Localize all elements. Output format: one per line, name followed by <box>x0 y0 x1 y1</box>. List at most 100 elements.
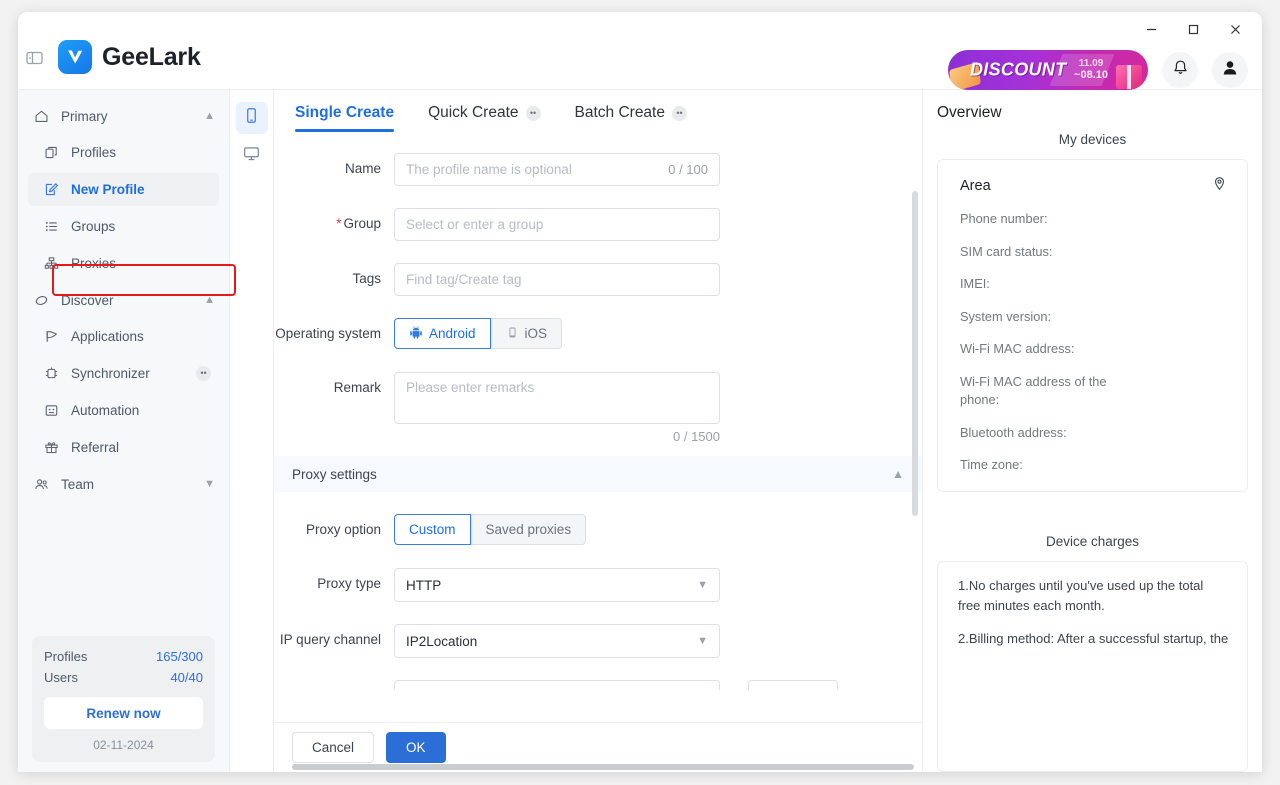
device-info-card: Area Phone number: SIM card status: IMEI… <box>937 159 1248 492</box>
discount-date-start: 11.09 <box>1078 57 1104 69</box>
group-label: * Group <box>274 208 394 240</box>
clipped-button[interactable] <box>748 680 838 690</box>
ip-query-channel-label: IP query channel <box>279 632 381 647</box>
tags-label: Tags <box>352 271 381 286</box>
device-type-rail <box>230 90 274 772</box>
proxy-option-custom[interactable]: Custom <box>394 514 471 545</box>
user-icon <box>1220 58 1240 83</box>
ip-query-channel-select[interactable]: IP2Location ▼ <box>394 624 720 658</box>
sidebar-item-groups[interactable]: Groups <box>28 210 219 243</box>
tags-placeholder: Find tag/Create tag <box>406 272 522 287</box>
user-avatar[interactable] <box>1212 52 1248 88</box>
sidebar-item-applications[interactable]: Applications <box>28 320 219 353</box>
sidebar-item-referral-label: Referral <box>71 440 120 455</box>
phone-icon <box>243 107 260 129</box>
remark-placeholder: Please enter remarks <box>406 380 535 395</box>
proxy-settings-section-header[interactable]: Proxy settings ▲ <box>274 456 922 492</box>
overview-title: Overview <box>937 104 1002 121</box>
synchronizer-badge-icon: •• <box>196 366 211 381</box>
area-row: Area <box>960 176 1227 195</box>
main-content: Single Create Quick Create •• Batch Crea… <box>274 90 922 772</box>
synchronizer-icon <box>44 366 63 381</box>
quota-row-users: Users 40/40 <box>44 667 203 688</box>
groups-icon <box>44 219 63 234</box>
sidebar-group-discover[interactable]: Discover ▲ <box>18 282 229 318</box>
clipped-input[interactable] <box>394 680 720 690</box>
group-input[interactable]: Select or enter a group <box>394 208 720 241</box>
section-collapse-chevron-up-icon[interactable]: ▲ <box>892 467 904 481</box>
bell-icon <box>1171 58 1190 82</box>
proxy-type-value: HTTP <box>406 577 442 593</box>
rail-desktop-button[interactable] <box>236 140 268 172</box>
os-option-ios[interactable]: iOS <box>490 318 563 349</box>
referral-icon <box>44 440 63 455</box>
my-devices-heading: My devices <box>1058 132 1127 147</box>
sidebar-group-primary-label: Primary <box>61 108 108 124</box>
sidebar-item-automation[interactable]: Automation <box>28 394 219 427</box>
gift-right-decoration <box>1116 65 1142 89</box>
sidebar-item-groups-label: Groups <box>71 219 116 234</box>
maximize-button[interactable] <box>1172 14 1214 44</box>
sidebar-group-primary[interactable]: Primary ▲ <box>18 98 229 134</box>
tab-quick-create-label: Quick Create <box>428 104 519 121</box>
app-window: GeeLark DISCOUNT 11.09 ~08.10 Primary ▲ … <box>18 12 1262 772</box>
quota-row-profiles: Profiles 165/300 <box>44 646 203 667</box>
sidebar-item-proxies[interactable]: Proxies <box>28 247 219 280</box>
sidebar: Primary ▲ Profiles New Profile Groups Pr… <box>18 90 236 772</box>
proxy-type-select[interactable]: HTTP ▼ <box>394 568 720 602</box>
name-input[interactable]: The profile name is optional 0 / 100 <box>394 153 720 186</box>
cancel-button[interactable]: Cancel <box>292 732 375 763</box>
field-row-operating-system: Operating system Android iOS <box>274 318 922 350</box>
horizontal-scrollbar[interactable] <box>292 764 914 770</box>
os-option-android[interactable]: Android <box>394 318 491 349</box>
header-right: DISCOUNT 11.09 ~08.10 <box>948 50 1248 90</box>
sidebar-group-team[interactable]: Team ▼ <box>18 466 229 502</box>
batch-create-badge-icon: •• <box>671 105 687 121</box>
detail-wifi-mac-address-phone: Wi-Fi MAC address of the phone: <box>960 373 1107 408</box>
sidebar-item-automation-label: Automation <box>71 403 140 418</box>
notifications-button[interactable] <box>1162 52 1198 88</box>
sidebar-group-team-label: Team <box>61 476 95 492</box>
discount-banner[interactable]: DISCOUNT 11.09 ~08.10 <box>948 50 1148 90</box>
minimize-button[interactable] <box>1130 14 1172 44</box>
renew-now-button[interactable]: Renew now <box>44 697 203 729</box>
chevron-down-icon: ▼ <box>204 478 215 490</box>
automation-icon <box>44 403 63 418</box>
sidebar-toggle-icon[interactable] <box>22 45 46 69</box>
tags-input[interactable]: Find tag/Create tag <box>394 263 720 296</box>
proxy-option-segmented: Custom Saved proxies <box>394 514 720 545</box>
rail-phone-button[interactable] <box>235 102 268 134</box>
chevron-down-icon: ▼ <box>697 579 708 591</box>
close-button[interactable] <box>1214 14 1256 44</box>
proxy-option-saved-proxies[interactable]: Saved proxies <box>470 514 587 545</box>
sidebar-item-profiles-label: Profiles <box>71 145 117 160</box>
detail-system-version: System version: <box>960 308 1052 324</box>
clipped-label <box>274 680 394 690</box>
monitor-icon <box>243 145 260 167</box>
field-row-remark: Remark Please enter remarks 0 / 1500 <box>274 372 922 444</box>
tab-single-create-label: Single Create <box>295 104 395 121</box>
form-scroll-area: Name The profile name is optional 0 / 10… <box>274 131 922 722</box>
remark-textarea[interactable]: Please enter remarks <box>394 372 720 424</box>
form-vertical-scrollbar[interactable] <box>912 191 918 516</box>
required-marker: * <box>336 216 342 231</box>
field-row-proxy-type: Proxy type HTTP ▼ <box>274 568 922 602</box>
tab-quick-create[interactable]: Quick Create •• <box>428 104 541 131</box>
ok-button[interactable]: OK <box>386 732 446 763</box>
ip-query-channel-value: IP2Location <box>406 633 478 649</box>
sidebar-item-new-profile[interactable]: New Profile <box>28 173 219 206</box>
field-row-tags: Tags Find tag/Create tag <box>274 263 922 296</box>
sidebar-item-new-profile-label: New Profile <box>71 182 145 197</box>
tab-single-create[interactable]: Single Create <box>295 104 395 132</box>
remark-counter: 0 / 1500 <box>673 429 720 444</box>
discount-dates: 11.09 ~08.10 <box>1074 57 1108 81</box>
name-placeholder: The profile name is optional <box>406 162 572 177</box>
tab-batch-create[interactable]: Batch Create •• <box>575 104 687 131</box>
device-charges-card: 1.No charges until you've used up the to… <box>937 560 1248 772</box>
location-target-icon[interactable] <box>1212 176 1227 195</box>
sidebar-item-referral[interactable]: Referral <box>28 431 219 464</box>
sidebar-item-synchronizer[interactable]: Synchronizer •• <box>28 357 219 390</box>
detail-time-zone: Time zone: <box>960 457 1023 473</box>
sidebar-item-profiles[interactable]: Profiles <box>28 136 219 169</box>
detail-bluetooth-address: Bluetooth address: <box>960 424 1067 440</box>
